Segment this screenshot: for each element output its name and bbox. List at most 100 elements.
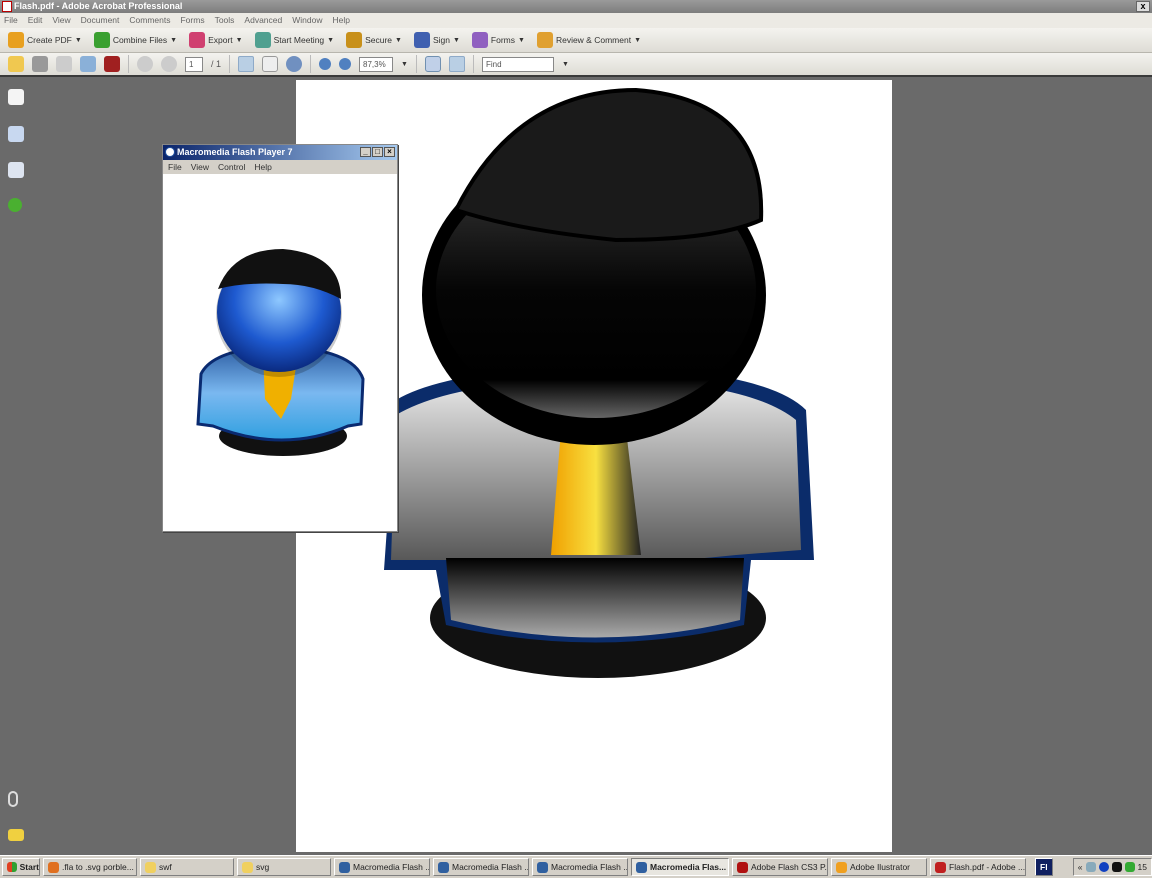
- network-icon[interactable]: [1085, 862, 1096, 872]
- find-dropdown-icon[interactable]: ▼: [562, 61, 569, 68]
- menu-bar: File Edit View Document Comments Forms T…: [0, 13, 1152, 28]
- maximize-button[interactable]: □: [372, 147, 383, 157]
- menu-file[interactable]: File: [4, 13, 18, 28]
- toolbar-button-forms[interactable]: Forms ▼: [471, 32, 525, 48]
- pages-icon[interactable]: [8, 89, 24, 105]
- flash-player-title: Macromedia Flash Player 7: [177, 147, 293, 157]
- zoom-out-icon[interactable]: [319, 58, 332, 70]
- flash-menu-view[interactable]: View: [191, 160, 209, 174]
- navigation-pane: [0, 79, 34, 855]
- divider: [472, 55, 474, 73]
- toolbar-button-review-comment[interactable]: Review & Comment ▼: [536, 32, 641, 48]
- menu-document[interactable]: Document: [81, 13, 120, 28]
- flash-player-icon: [165, 147, 175, 157]
- menu-advanced[interactable]: Advanced: [244, 13, 282, 28]
- menu-help[interactable]: Help: [332, 13, 349, 28]
- menu-window[interactable]: Window: [292, 13, 322, 28]
- open-icon[interactable]: [8, 56, 24, 72]
- taskbar-item[interactable]: Macromedia Flash ...: [532, 858, 628, 876]
- folder-icon: [145, 861, 156, 873]
- close-button[interactable]: ×: [384, 147, 395, 157]
- quicklaunch-flash-button[interactable]: Fl: [1035, 858, 1053, 876]
- taskbar-item[interactable]: Macromedia Flash ...: [433, 858, 529, 876]
- pdf-icon: [935, 861, 946, 873]
- toolbar-button-label: Combine Files: [112, 35, 168, 45]
- illustrator-icon: [836, 861, 847, 873]
- find-input[interactable]: Find: [481, 56, 554, 72]
- print-icon[interactable]: [32, 56, 48, 72]
- comments-icon[interactable]: [8, 829, 24, 841]
- menu-forms[interactable]: Forms: [180, 13, 204, 28]
- tasks-toolbar: Create PDF ▼ Combine Files ▼ Export ▼ Start Me…: [0, 28, 1152, 53]
- menu-view[interactable]: View: [52, 13, 70, 28]
- save-icon[interactable]: [56, 56, 72, 72]
- toolbar-button-combine-files[interactable]: Combine Files ▼: [93, 32, 178, 48]
- window-title: Flash.pdf - Adobe Acrobat Professional: [14, 1, 183, 11]
- toolbar-button-create-pdf[interactable]: Create PDF ▼: [8, 32, 82, 48]
- windows-logo-icon: [7, 862, 17, 872]
- taskbar-item[interactable]: Flash.pdf - Adobe ...: [930, 858, 1026, 876]
- taskbar-item[interactable]: Adobe Flash CS3 P...: [732, 858, 828, 876]
- forms-icon: [471, 32, 488, 48]
- taskbar-item[interactable]: svg: [237, 858, 331, 876]
- flash-player-icon: [636, 861, 647, 873]
- zoom-in-icon[interactable]: [339, 58, 352, 70]
- toolbar-button-secure[interactable]: Secure ▼: [346, 32, 402, 48]
- taskbar-item[interactable]: Macromedia Flas...: [631, 858, 729, 876]
- chevron-down-icon: ▼: [452, 36, 460, 44]
- close-button[interactable]: x: [1136, 1, 1150, 12]
- fit-page-icon[interactable]: [448, 56, 465, 72]
- next-page-icon[interactable]: [161, 56, 177, 72]
- taskbar-item-label: .fla to .svg porble...: [62, 862, 134, 872]
- flash-menu-help[interactable]: Help: [254, 160, 271, 174]
- menu-edit[interactable]: Edit: [28, 13, 43, 28]
- tray-expand-button[interactable]: «: [1078, 862, 1083, 872]
- pdf-app-icon: [2, 1, 12, 12]
- zoom-dropdown-icon[interactable]: ▼: [401, 61, 408, 68]
- previous-page-icon[interactable]: [137, 56, 153, 72]
- attachments-icon[interactable]: [8, 791, 18, 807]
- flash-player-icon: [438, 861, 449, 873]
- search-pdf-icon[interactable]: [104, 56, 120, 72]
- blue-person-icon-illustration: [196, 249, 365, 456]
- taskbar-item[interactable]: .fla to .svg porble...: [43, 858, 137, 876]
- taskbar-item-label: swf: [159, 862, 172, 872]
- taskbar-item[interactable]: Macromedia Flash ...: [334, 858, 430, 876]
- menu-tools[interactable]: Tools: [215, 13, 235, 28]
- taskbar: Start .fla to .svg porble... swf svg Macrom…: [0, 855, 1152, 878]
- messenger-icon[interactable]: [1124, 862, 1135, 872]
- combine-files-icon: [93, 32, 110, 48]
- divider: [310, 55, 312, 73]
- tray-media-icon[interactable]: [1111, 862, 1122, 872]
- email-icon[interactable]: [80, 56, 96, 72]
- flash-player-window[interactable]: Macromedia Flash Player 7 _ □ × File Vie…: [162, 144, 398, 532]
- divider: [229, 55, 231, 73]
- signatures-icon[interactable]: [8, 162, 24, 178]
- toolbar-button-sign[interactable]: Sign ▼: [413, 32, 460, 48]
- toolbar-button-label: Export: [208, 35, 233, 45]
- toolbar-button-export[interactable]: Export ▼: [189, 32, 243, 48]
- flash-menu-control[interactable]: Control: [218, 160, 245, 174]
- menu-comments[interactable]: Comments: [129, 13, 170, 28]
- page-number-input[interactable]: 1: [185, 56, 203, 72]
- chevron-down-icon: ▼: [170, 36, 178, 44]
- bookmarks-icon[interactable]: [8, 126, 24, 142]
- zoom-tool-icon[interactable]: [286, 56, 303, 72]
- create-pdf-icon: [8, 32, 24, 48]
- flash-player-title-bar[interactable]: Macromedia Flash Player 7 _ □ ×: [163, 145, 397, 160]
- taskbar-item[interactable]: Adobe Ilustrator: [831, 858, 927, 876]
- tray-app-icon[interactable]: [1098, 862, 1109, 872]
- taskbar-item[interactable]: swf: [140, 858, 234, 876]
- help-icon[interactable]: [8, 198, 22, 212]
- fit-width-icon[interactable]: [424, 56, 441, 72]
- hand-tool-icon[interactable]: [262, 56, 279, 72]
- select-tool-icon[interactable]: [238, 56, 255, 72]
- minimize-button[interactable]: _: [360, 147, 371, 157]
- flash-menu-file[interactable]: File: [168, 160, 182, 174]
- toolbar-button-start-meeting[interactable]: Start Meeting ▼: [254, 32, 334, 48]
- zoom-level-input[interactable]: 87,3%: [359, 56, 394, 72]
- start-button[interactable]: Start: [2, 858, 40, 876]
- firefox-icon: [48, 861, 59, 873]
- flash-player-menu: File View Control Help: [163, 160, 397, 174]
- taskbar-item-label: svg: [256, 862, 270, 872]
